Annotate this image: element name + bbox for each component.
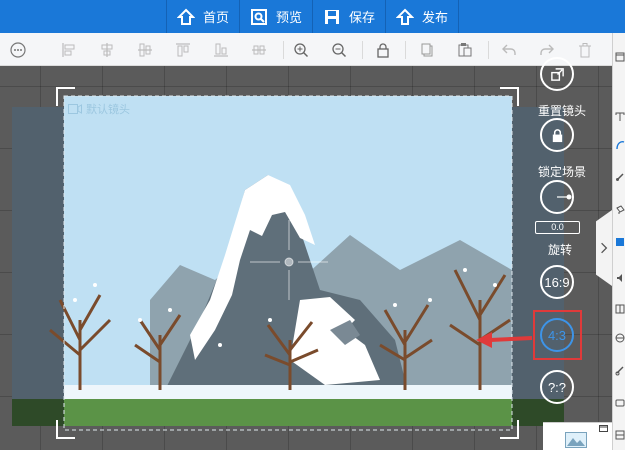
reset-camera-button[interactable] — [540, 57, 574, 91]
align-bottom-button[interactable] — [212, 41, 230, 59]
camera-label: 默认镜头 — [68, 101, 130, 117]
align-top-icon — [176, 43, 190, 57]
lock-scene-button[interactable] — [540, 118, 574, 152]
lock-scene-label: 锁定场景 — [538, 165, 587, 179]
distribute-button[interactable] — [250, 41, 268, 59]
highlight-box — [533, 310, 582, 360]
editor-toolbar — [0, 33, 612, 66]
reset-camera-icon — [550, 67, 564, 81]
lock-icon — [377, 43, 389, 58]
camera-label-text: 默认镜头 — [86, 104, 130, 116]
window-icon[interactable] — [615, 52, 625, 62]
lock-scene-icon — [552, 128, 562, 142]
rotate-label: 旋转 — [548, 243, 573, 257]
scene-artwork — [12, 87, 564, 439]
rotate-value-input[interactable]: 0.0 — [535, 221, 580, 234]
save-icon — [325, 9, 340, 24]
save-button[interactable]: 保存 — [313, 0, 387, 33]
home-label: 首页 — [203, 10, 230, 25]
top-bar: 首页 预览 保存 发布 — [0, 0, 625, 33]
more-options-icon — [10, 42, 26, 58]
align-center-h-button[interactable] — [98, 41, 116, 59]
expand-panel-tab[interactable] — [596, 210, 612, 286]
publish-icon — [396, 8, 415, 25]
text-tool-icon[interactable] — [615, 112, 625, 122]
paste-button[interactable] — [456, 41, 474, 59]
camera-icon — [68, 104, 82, 114]
undo-button[interactable] — [500, 41, 518, 59]
ratio-custom-button[interactable]: ?:? — [540, 370, 574, 404]
align-bottom-icon — [214, 43, 228, 57]
more-options-button[interactable] — [9, 41, 27, 59]
copy-button[interactable] — [418, 41, 436, 59]
zoom-out-icon — [332, 43, 347, 58]
home-icon — [177, 8, 195, 25]
toolbar-separator — [362, 41, 363, 59]
preview-label: 预览 — [276, 10, 303, 25]
scene-thumbnail[interactable] — [543, 422, 612, 450]
link-tool-icon[interactable] — [615, 366, 625, 376]
shape-tool-icon[interactable] — [615, 237, 625, 247]
trash-icon — [579, 43, 591, 58]
redo-icon — [540, 44, 554, 55]
right-sidebar — [612, 33, 625, 450]
grass-strip — [12, 399, 564, 426]
delete-button[interactable] — [576, 41, 594, 59]
rotate-dial[interactable] — [540, 180, 574, 214]
toolbar-separator — [283, 41, 284, 59]
distribute-icon — [252, 45, 266, 55]
toolbar-separator — [488, 41, 489, 59]
undo-icon — [502, 44, 516, 55]
home-button[interactable]: 首页 — [166, 0, 241, 33]
preview-button[interactable]: 预览 — [240, 0, 314, 33]
curve-tool-icon[interactable] — [615, 140, 625, 150]
reset-camera-label: 重置镜头 — [538, 104, 587, 118]
media-tool-icon[interactable] — [615, 398, 625, 408]
copy-icon — [421, 43, 433, 57]
zoom-in-icon — [294, 43, 309, 58]
align-left-button[interactable] — [60, 41, 78, 59]
align-center-v-icon — [138, 43, 152, 57]
align-center-v-button[interactable] — [136, 41, 154, 59]
window-mini-icon[interactable] — [599, 425, 608, 432]
zoom-in-button[interactable] — [292, 41, 310, 59]
align-top-button[interactable] — [174, 41, 192, 59]
snow-ground — [64, 385, 512, 399]
rotate-dial-icon — [557, 194, 572, 200]
chart-tool-icon[interactable] — [615, 430, 625, 440]
brush-tool-icon[interactable] — [615, 172, 625, 182]
zoom-out-button[interactable] — [330, 41, 348, 59]
save-label: 保存 — [349, 10, 376, 25]
paint-tool-icon[interactable] — [615, 205, 625, 215]
scene-canvas[interactable] — [0, 66, 612, 450]
sound-tool-icon[interactable] — [615, 273, 625, 283]
toolbar-separator — [405, 41, 406, 59]
globe-tool-icon[interactable] — [615, 333, 625, 343]
image-thumbnail-icon — [565, 432, 587, 448]
preview-icon — [251, 8, 268, 25]
align-left-icon — [62, 43, 75, 57]
ratio-16-9-button[interactable]: 16:9 — [540, 265, 574, 299]
align-center-h-icon — [101, 43, 113, 57]
book-tool-icon[interactable] — [615, 304, 625, 314]
chevron-right-icon — [601, 242, 608, 254]
publish-button[interactable]: 发布 — [386, 0, 460, 33]
top-nav: 首页 预览 保存 发布 — [166, 0, 460, 33]
paste-icon — [458, 43, 472, 57]
camera-outside-left — [12, 107, 64, 399]
publish-label: 发布 — [422, 10, 449, 25]
lock-button[interactable] — [374, 41, 392, 59]
